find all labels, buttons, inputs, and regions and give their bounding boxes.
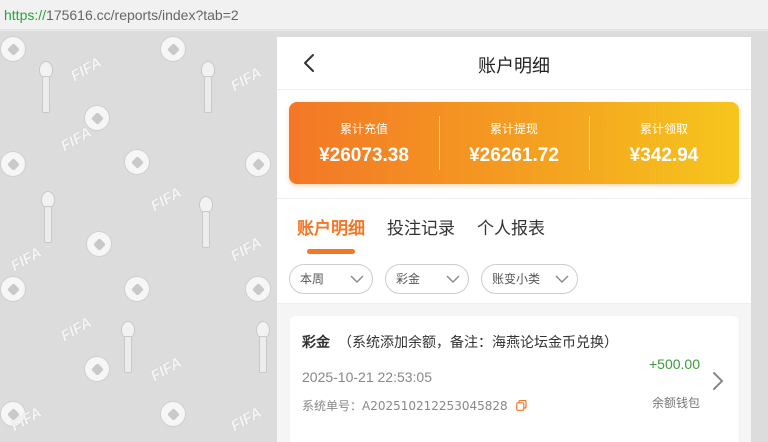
fifa-watermark: FIFA xyxy=(147,184,185,215)
fifa-watermark: FIFA xyxy=(227,404,265,435)
url-scheme: https:// xyxy=(4,6,47,23)
stat-label: 累计领取 xyxy=(639,121,688,136)
tab-personal-report[interactable]: 个人报表 xyxy=(477,199,545,254)
tab-bet-records[interactable]: 投注记录 xyxy=(387,199,455,254)
trophy-icon xyxy=(198,196,213,248)
fifa-watermark: FIFA xyxy=(227,234,265,265)
trophy-icon xyxy=(120,321,135,373)
stat-value: ¥26261.72 xyxy=(469,144,559,166)
account-details-page: 账户明细 累计充值 ¥26073.38 累计提现 ¥26261.72 累计领取 … xyxy=(277,37,751,442)
fifa-watermark: FIFA xyxy=(7,244,45,275)
trophy-icon xyxy=(255,321,270,373)
ball-icon xyxy=(86,231,112,257)
chevron-right-icon xyxy=(713,372,724,390)
summary-card: 累计充值 ¥26073.38 累计提现 ¥26261.72 累计领取 ¥342.… xyxy=(289,102,739,184)
record-type: 彩金 xyxy=(302,335,330,351)
stat-label: 累计充值 xyxy=(339,121,388,136)
ball-icon xyxy=(0,276,26,302)
filter-bar: 本周 彩金 账变小类 xyxy=(277,254,751,304)
record-detail-arrow[interactable] xyxy=(712,370,728,392)
stat-total-deposit: 累计充值 ¥26073.38 xyxy=(289,102,439,184)
ball-icon xyxy=(124,149,150,175)
ball-icon xyxy=(245,276,271,302)
ball-icon xyxy=(84,356,110,382)
fifa-watermark: FIFA xyxy=(227,64,265,95)
ball-icon xyxy=(160,401,186,427)
tab-account-details[interactable]: 账户明细 xyxy=(297,199,365,254)
trophy-icon xyxy=(38,61,53,113)
filter-label: 账变小类 xyxy=(492,272,541,286)
stat-label: 累计提现 xyxy=(489,121,538,136)
record-description: 彩金 （系统添加余额，备注：海燕论坛金币兑换） xyxy=(302,332,622,354)
record-wallet: 余额钱包 xyxy=(651,396,700,410)
filter-label: 本周 xyxy=(300,272,325,286)
url-path: 175616.cc/reports/index?tab=2 xyxy=(46,6,239,23)
period-filter[interactable]: 本周 xyxy=(289,263,373,294)
ball-icon xyxy=(245,151,271,177)
stat-value: ¥342.94 xyxy=(629,144,699,166)
record-amount: +500.00 xyxy=(649,356,700,372)
stat-total-withdrawal: 累计提现 ¥26261.72 xyxy=(439,102,589,184)
fifa-watermark: FIFA xyxy=(147,354,185,385)
serial-number: 系统单号：A202510212253045828 xyxy=(302,399,508,413)
chevron-down-icon xyxy=(350,275,364,283)
trophy-icon xyxy=(40,191,55,243)
fifa-watermark: FIFA xyxy=(57,124,95,155)
address-bar[interactable]: https://175616.cc/reports/index?tab=2 xyxy=(0,0,768,30)
tab-bar: 账户明细 投注记录 个人报表 xyxy=(277,198,751,254)
fifa-watermark: FIFA xyxy=(67,54,105,85)
subcategory-filter[interactable]: 账变小类 xyxy=(481,263,578,294)
ball-icon xyxy=(0,36,26,62)
chevron-down-icon xyxy=(555,275,569,283)
list-item[interactable]: 彩金 （系统添加余额，备注：海燕论坛金币兑换） +500.00 2025-10-2… xyxy=(290,316,738,442)
stat-value: ¥26073.38 xyxy=(319,144,409,166)
ball-icon xyxy=(124,276,150,302)
copy-icon[interactable] xyxy=(515,400,527,411)
ball-icon xyxy=(0,151,26,177)
filter-label: 彩金 xyxy=(396,272,421,286)
ball-icon xyxy=(160,36,186,62)
record-note: （系统添加余额，备注：海燕论坛金币兑换） xyxy=(338,335,618,351)
category-filter[interactable]: 彩金 xyxy=(385,263,469,294)
page-header: 账户明细 xyxy=(277,37,751,90)
stat-total-claimed: 累计领取 ¥342.94 xyxy=(589,102,739,184)
trophy-icon xyxy=(200,61,215,113)
page-title: 账户明细 xyxy=(478,56,550,77)
summary-section: 累计充值 ¥26073.38 累计提现 ¥26261.72 累计领取 ¥342.… xyxy=(277,90,751,198)
chevron-down-icon xyxy=(446,275,460,283)
fifa-watermark: FIFA xyxy=(57,314,95,345)
